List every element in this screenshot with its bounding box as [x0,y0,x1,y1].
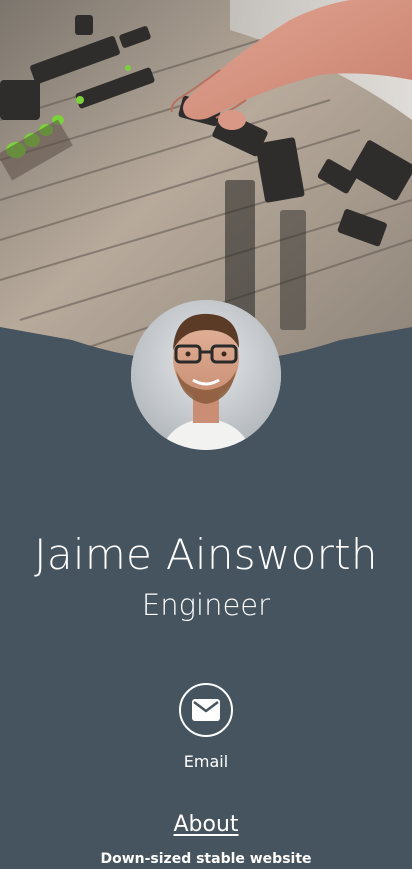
avatar [131,300,281,450]
about-link[interactable]: About [0,811,412,839]
profile-page: Jaime Ainsworth Engineer Email About Dow… [0,0,412,869]
profile-title: Engineer [141,588,271,622]
envelope-icon [192,699,220,721]
email-label[interactable]: Email [0,752,412,772]
email-button[interactable] [179,683,233,737]
about-text: Down-sized stable website [100,851,312,867]
profile-name: Jaime Ainsworth [34,530,378,579]
